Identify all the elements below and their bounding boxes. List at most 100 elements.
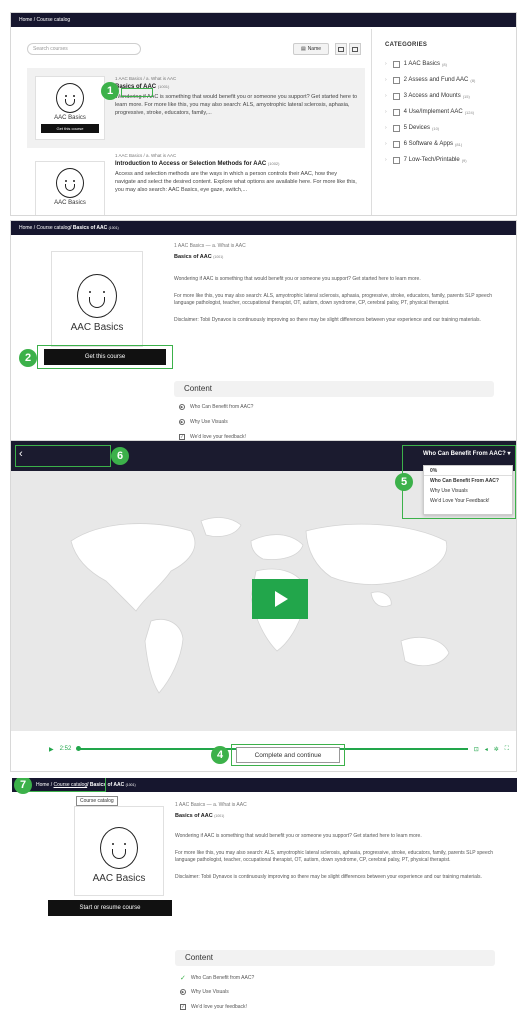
callout-5: 5 — [395, 473, 413, 491]
face-icon — [56, 83, 84, 113]
divider — [371, 29, 372, 215]
chevron-right-icon[interactable]: › — [385, 109, 387, 115]
course-image: AAC Basics — [51, 251, 143, 347]
play-button[interactable] — [252, 579, 308, 619]
settings-gear-icon[interactable]: ✲ — [494, 746, 499, 753]
chevron-right-icon[interactable]: › — [385, 77, 387, 83]
resume-course-button[interactable]: Start or resume course — [48, 900, 172, 916]
highlight-box — [231, 744, 345, 766]
chevron-right-icon[interactable]: › — [385, 93, 387, 99]
list-icon — [338, 46, 344, 52]
course-topbar: Home / Course catalog / Basics of AAC (1… — [11, 221, 516, 235]
callout-6: 6 — [111, 447, 129, 465]
breadcrumb-course: / Basics of AAC — [70, 225, 108, 231]
breadcrumb[interactable]: Home / Course catalog — [19, 17, 70, 23]
grid-icon — [352, 46, 358, 52]
course-intro: Wondering if AAC is something that would… — [175, 833, 422, 839]
chevron-right-icon[interactable]: › — [385, 61, 387, 67]
course-enrolled-panel: Home / Course catalog / Basics of AAC (1… — [12, 778, 517, 1025]
category-checkbox[interactable] — [392, 124, 400, 132]
fullscreen-icon[interactable]: ⛶ — [505, 746, 509, 753]
course-title: Basics of AAC (1001) — [175, 813, 225, 819]
highlight-box — [121, 88, 153, 97]
category-item[interactable]: › 1 AAC Basics (8) — [385, 56, 513, 72]
chevron-right-icon[interactable]: › — [385, 141, 387, 147]
grid-view-button[interactable] — [349, 43, 361, 55]
content-heading: Content — [174, 381, 494, 397]
breadcrumb-home[interactable]: Home / — [19, 225, 35, 231]
play-small-icon[interactable]: ▶ — [49, 746, 54, 753]
chevron-right-icon[interactable]: › — [385, 125, 387, 131]
face-icon — [77, 274, 117, 318]
get-course-button[interactable]: Get this course — [41, 124, 99, 133]
course-detail-panel: Home / Course catalog / Basics of AAC (1… — [10, 220, 517, 445]
content-item[interactable]: ▶ Who Can Benefit from AAC? — [179, 404, 253, 410]
course-image-label: AAC Basics — [70, 322, 124, 333]
checkmark-icon: ✓ — [180, 975, 186, 982]
sort-label: Name — [307, 46, 322, 52]
category-checkbox[interactable] — [392, 92, 400, 100]
list-view-button[interactable] — [335, 43, 347, 55]
categories-sidebar: CATEGORIES › 1 AAC Basics (8) › 2 Assess an… — [385, 42, 513, 168]
sort-button[interactable]: ▤ Name — [293, 43, 329, 55]
course-details: 1 AAC Basics — a. What is AAC Basics of … — [175, 802, 495, 881]
course-intro: Wondering if AAC is something that would… — [174, 276, 421, 282]
category-checkbox[interactable] — [392, 76, 400, 84]
course-search-text: For more like this, you may also search:… — [174, 293, 493, 306]
course-crumb: 1 AAC Basics / a. What is AAC — [115, 76, 177, 81]
play-icon — [275, 591, 288, 607]
categories-title: CATEGORIES — [385, 42, 428, 48]
category-item[interactable]: › 4 Use/Implement AAC (124) — [385, 104, 513, 120]
breadcrumb-code: (1001) — [108, 226, 119, 230]
course-disclaimer: Disclaimer: Tobii Dynavox is continuousl… — [175, 874, 482, 880]
course-image-label: AAC Basics — [54, 115, 86, 121]
course-image: AAC Basics Get this course — [35, 76, 105, 140]
course-crumb: 1 AAC Basics — a. What is AAC — [174, 243, 246, 249]
chevron-right-icon[interactable]: › — [385, 157, 387, 163]
category-item[interactable]: › 7 Low-Tech/Printable (9) — [385, 152, 513, 168]
course-card[interactable]: AAC Basics Get this course 1 AAC Basics … — [27, 68, 365, 148]
course-image-label: AAC Basics — [54, 200, 86, 206]
course-title[interactable]: Introduction to Access or Selection Meth… — [115, 161, 359, 167]
play-circle-icon: ▶ — [179, 419, 185, 425]
category-item[interactable]: › 2 Assess and Fund AAC (8) — [385, 72, 513, 88]
course-image-label: AAC Basics — [92, 873, 146, 884]
breadcrumb-catalog[interactable]: Course catalog — [37, 225, 71, 231]
player-panel: ‹ Who Can Benefit From AAC? ▾ 6 ▶ 2:52 ⊡… — [10, 440, 517, 772]
catalog-topbar: Home / Course catalog — [11, 13, 516, 27]
face-icon — [100, 827, 138, 869]
category-item[interactable]: › 6 Software & Apps (81) — [385, 136, 513, 152]
play-circle-icon: ▶ — [180, 989, 186, 995]
catalog-panel: Home / Course catalog Search courses ▤ N… — [10, 12, 517, 216]
category-checkbox[interactable] — [392, 156, 400, 164]
breadcrumb-code: (1001) — [125, 783, 136, 787]
category-checkbox[interactable] — [392, 108, 400, 116]
face-icon — [56, 168, 84, 198]
callout-4: 4 — [211, 746, 229, 764]
volume-icon[interactable]: ◂ — [485, 746, 488, 753]
sort-icon: ▤ — [300, 46, 306, 52]
content-item[interactable]: ✓ Who Can Benefit from AAC? — [180, 974, 254, 982]
content-item[interactable]: ✓ We'd love your feedback! — [180, 1004, 247, 1010]
category-checkbox[interactable] — [392, 140, 400, 148]
highlight-box — [15, 445, 111, 467]
content-item[interactable]: ▶ Why Use Visuals — [180, 989, 229, 995]
content-item[interactable]: ▶ Why Use Visuals — [179, 419, 228, 425]
category-item[interactable]: › 5 Devices (10) — [385, 120, 513, 136]
callout-1: 1 — [101, 82, 119, 100]
captions-icon[interactable]: ⊡ — [474, 746, 479, 753]
course-description: Access and selection methods are the way… — [115, 171, 357, 193]
course-card[interactable]: AAC Basics 1 AAC Basics / a. What is AAC… — [27, 153, 365, 215]
course-search-text: For more like this, you may also search:… — [175, 850, 494, 863]
course-info: 1 AAC Basics / a. What is AAC Introducti… — [115, 153, 359, 194]
category-checkbox[interactable] — [392, 60, 400, 68]
course-crumb: 1 AAC Basics — a. What is AAC — [175, 802, 247, 808]
course-title: Basics of AAC (1001) — [174, 254, 224, 260]
course-details: 1 AAC Basics — a. What is AAC Basics of … — [174, 243, 494, 324]
checkbox-icon: ✓ — [180, 1004, 186, 1010]
video-time: 2:52 — [59, 746, 72, 752]
course-disclaimer: Disclaimer: Tobii Dynavox is continuousl… — [174, 317, 481, 323]
category-item[interactable]: › 3 Access and Mounts (15) — [385, 88, 513, 104]
search-input[interactable]: Search courses — [27, 43, 141, 55]
callout-2: 2 — [19, 349, 37, 367]
